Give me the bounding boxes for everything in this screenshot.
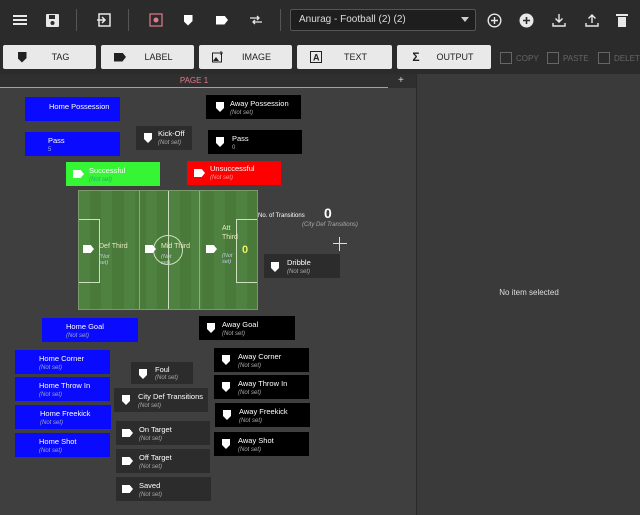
node-pass-home[interactable]: Pass 5	[25, 132, 120, 156]
label-icon	[122, 429, 133, 437]
node-on-target[interactable]: On Target (Not set)	[116, 421, 210, 445]
node-saved[interactable]: Saved (Not set)	[116, 477, 211, 501]
shield-icon	[222, 382, 230, 392]
label-icon	[122, 485, 133, 493]
node-home-shot[interactable]: Home Shot (Not set)	[15, 433, 110, 457]
properties-panel: No item selected	[416, 74, 640, 515]
node-successful[interactable]: Successful (Not set)	[66, 162, 160, 186]
hamburger-menu-icon[interactable]	[10, 10, 30, 30]
page-tab-bar: PAGE 1 +	[0, 74, 416, 88]
shield-icon	[139, 369, 147, 379]
node-away-shot[interactable]: Away Shot (Not set)	[214, 432, 309, 456]
shield-tool-icon[interactable]	[178, 10, 198, 30]
shield-icon	[271, 262, 279, 272]
shield-icon	[222, 355, 230, 365]
project-select[interactable]: Anurag - Football (2) (2)	[290, 9, 476, 31]
node-toolbar: TAG LABEL IMAGE A TEXT Σ OUTPUT COPY PAS…	[0, 40, 640, 74]
add-page-button[interactable]: +	[398, 74, 404, 87]
delete-icon	[598, 52, 610, 64]
svg-text:A: A	[313, 53, 320, 63]
node-away-goal[interactable]: Away Goal (Not set)	[199, 316, 295, 340]
node-away-corner[interactable]: Away Corner (Not set)	[214, 348, 309, 372]
image-add-icon	[211, 50, 225, 64]
text-add-icon: A	[309, 50, 323, 64]
add-circle-icon[interactable]	[516, 10, 536, 30]
node-kick-off[interactable]: Kick-Off (Not set)	[136, 126, 192, 150]
node-unsuccessful[interactable]: Unsuccessful (Not set)	[187, 161, 281, 185]
clear-icon[interactable]	[612, 10, 632, 30]
label-icon	[122, 457, 133, 465]
node-home-throw-in[interactable]: Home Throw In (Not set)	[15, 377, 110, 401]
select-node-icon[interactable]	[146, 10, 166, 30]
top-app-bar: Anurag - Football (2) (2)	[0, 0, 640, 40]
output-no-of-transitions[interactable]: No. of Transitions 0 (City Def Transitio…	[258, 205, 358, 231]
upload-icon[interactable]	[582, 10, 602, 30]
delete-button[interactable]: DELETE	[598, 52, 640, 64]
copy-button[interactable]: COPY	[500, 52, 539, 64]
node-city-def-transitions[interactable]: City Def Transitions (Not set)	[114, 388, 208, 412]
node-away-throw-in[interactable]: Away Throw In (Not set)	[214, 375, 309, 399]
transition-icon[interactable]	[246, 10, 266, 30]
add-circle-outline-icon[interactable]	[484, 10, 504, 30]
label-icon	[73, 170, 84, 178]
project-name: Anurag - Football (2) (2)	[299, 14, 406, 25]
label-add-icon	[113, 50, 127, 64]
node-dribble[interactable]: Dribble (Not set)	[264, 254, 340, 278]
label-icon	[194, 169, 205, 177]
add-label-button[interactable]: LABEL	[101, 45, 194, 69]
tab-page-1[interactable]: PAGE 1	[0, 74, 388, 88]
node-away-freekick[interactable]: Away Freekick (Not set)	[215, 403, 310, 427]
node-off-target[interactable]: Off Target (Not set)	[116, 449, 210, 473]
football-pitch-image[interactable]	[78, 190, 258, 310]
shield-icon	[144, 133, 152, 143]
tag-tool-icon[interactable]	[212, 10, 232, 30]
paste-button[interactable]: PASTE	[547, 52, 589, 64]
add-output-button[interactable]: Σ OUTPUT	[397, 45, 491, 69]
sigma-icon: Σ	[412, 50, 420, 64]
import-icon[interactable]	[94, 10, 114, 30]
chevron-down-icon	[461, 17, 469, 22]
shield-icon	[207, 323, 215, 333]
node-home-goal[interactable]: Home Goal (Not set)	[42, 318, 138, 342]
paste-icon	[547, 52, 559, 64]
crosshair-cursor	[333, 237, 347, 251]
shield-icon	[216, 137, 224, 147]
add-image-button[interactable]: IMAGE	[199, 45, 292, 69]
save-icon[interactable]	[42, 10, 62, 30]
add-text-button[interactable]: A TEXT	[297, 45, 392, 69]
add-tag-button[interactable]: TAG	[3, 45, 96, 69]
node-home-possession[interactable]: Home Possession	[25, 97, 120, 121]
shield-icon	[122, 395, 130, 405]
node-away-possession[interactable]: Away Possession (Not set)	[206, 95, 301, 119]
tag-add-icon	[15, 50, 29, 64]
download-icon[interactable]	[549, 10, 569, 30]
node-home-corner[interactable]: Home Corner (Not set)	[15, 350, 110, 374]
node-foul[interactable]: Foul (Not set)	[131, 362, 193, 384]
shield-icon	[222, 439, 230, 449]
node-home-freekick[interactable]: Home Freekick (Not set)	[15, 405, 111, 429]
shield-icon	[216, 102, 224, 112]
node-pass-away[interactable]: Pass 0	[208, 130, 302, 154]
empty-selection-message: No item selected	[499, 288, 559, 297]
copy-icon	[500, 52, 512, 64]
shield-icon	[223, 410, 231, 420]
